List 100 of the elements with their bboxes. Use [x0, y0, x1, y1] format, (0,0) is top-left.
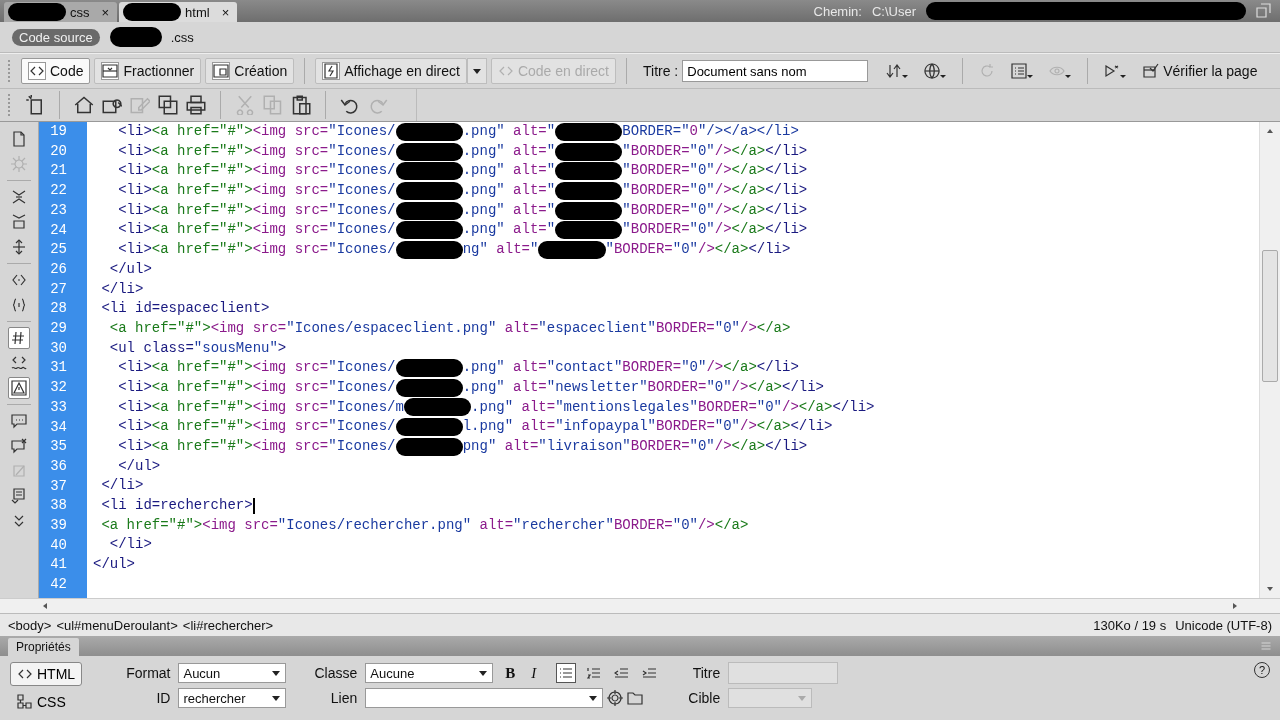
- redaction-mark: [555, 142, 623, 161]
- paste-icon[interactable]: [291, 95, 311, 115]
- line-number: 30: [50, 338, 67, 358]
- line-number: 26: [50, 259, 67, 279]
- line-number: 29: [50, 319, 67, 339]
- checklist-icon: [1143, 63, 1160, 79]
- live-view-button[interactable]: Affichage en direct: [315, 58, 467, 84]
- code-text: <li><a href="#"><img src="Icones/: [117, 240, 396, 260]
- redaction-mark: [555, 201, 623, 220]
- caret-icon: [471, 66, 482, 76]
- line-number: 40: [50, 535, 67, 555]
- document-tab[interactable]: css ×: [4, 2, 118, 22]
- redaction-mark: [395, 378, 463, 397]
- close-icon[interactable]: ×: [221, 4, 230, 20]
- redaction-mark: [555, 181, 623, 200]
- code-text: .png" alt="contact"BORDER="0"/></a></li>: [462, 358, 799, 378]
- scroll-thumb[interactable]: [1262, 250, 1278, 382]
- view-button[interactable]: Fractionner: [94, 58, 202, 84]
- id-label: ID: [155, 690, 171, 706]
- redaction-mark: [395, 240, 463, 259]
- line-number: 28: [50, 299, 67, 319]
- link-field[interactable]: [365, 688, 604, 708]
- class-select[interactable]: Aucune: [365, 663, 494, 683]
- code-text: "BORDER="0"/></a></li>: [622, 141, 808, 161]
- title-label: Titre :: [643, 63, 679, 79]
- hash-icon[interactable]: [8, 327, 30, 349]
- code-text: <li><a href="#"><img src="Icones/: [117, 141, 396, 161]
- view-button[interactable]: Code: [21, 58, 91, 84]
- line-number: 34: [50, 417, 67, 437]
- code-text: <li><a href="#"><img src="Icones/: [117, 161, 396, 181]
- code-text: .png" alt="newsletter"BORDER="0"/></a></li>: [462, 377, 825, 397]
- encoding-text: Unicode (UTF-8): [1175, 617, 1272, 633]
- format-label: Format: [125, 665, 171, 681]
- class-label: Classe: [313, 665, 358, 681]
- vertical-scrollbar[interactable]: [1259, 122, 1280, 598]
- mode-button[interactable]: CSS: [10, 690, 83, 714]
- code-text: <li><a href="#"><img src="Icones/: [117, 358, 396, 378]
- bullets-icon[interactable]: [556, 663, 577, 683]
- redaction-mark: [395, 201, 463, 220]
- house-icon[interactable]: [74, 95, 94, 115]
- code-line: </ul>: [93, 555, 135, 575]
- format-select[interactable]: Aucun: [178, 663, 287, 683]
- line-number: 37: [50, 476, 67, 496]
- code-text: "BORDER="0"/></a></li>: [622, 220, 808, 240]
- redaction-mark: [555, 221, 623, 240]
- tag-selector-item[interactable]: <body>: [8, 617, 52, 633]
- line-number: 32: [50, 378, 67, 398]
- code-text: <li><a href="#"><img src="Icones/: [117, 437, 396, 456]
- title-label: Titre: [691, 665, 721, 681]
- bold-button[interactable]: B: [501, 664, 520, 682]
- play-icon[interactable]: [1104, 63, 1127, 79]
- globe-icon[interactable]: [924, 63, 947, 79]
- target-icon[interactable]: [607, 690, 624, 706]
- horizontal-scrollbar[interactable]: [0, 598, 1280, 613]
- document-tab[interactable]: html ×: [119, 2, 238, 22]
- windows-icon[interactable]: [158, 95, 178, 115]
- line-number: 36: [50, 456, 67, 476]
- folder-icon[interactable]: [627, 690, 644, 706]
- close-icon[interactable]: ×: [101, 4, 110, 20]
- code-text: .png" alt=": [462, 181, 556, 201]
- related-file-tab[interactable]: Code source: [12, 28, 100, 46]
- print-icon[interactable]: [186, 95, 206, 115]
- line-number: 39: [50, 516, 67, 536]
- check-page-button[interactable]: Vérifier la page: [1136, 58, 1265, 84]
- line-number: 20: [50, 141, 67, 161]
- line-number: 25: [50, 240, 67, 260]
- title-field[interactable]: Document sans nom: [682, 60, 869, 82]
- code-text: <li><a href="#"><img src="Icones/: [117, 220, 396, 240]
- line-number: 24: [50, 220, 67, 240]
- transfer-icon[interactable]: [886, 63, 909, 79]
- id-select[interactable]: rechercher: [178, 688, 287, 708]
- related-file-tab[interactable]: .css: [163, 28, 201, 46]
- redaction-mark: [403, 398, 472, 417]
- dropdown-button[interactable]: [466, 58, 487, 84]
- code-line: </li>: [100, 476, 144, 496]
- code-line: </li>: [100, 279, 144, 299]
- code-text: ng" alt=": [462, 240, 539, 260]
- tag-selector-item[interactable]: <ul#menuDeroulant>: [56, 617, 178, 633]
- css-icon: [17, 694, 33, 710]
- tag-selector-item[interactable]: <li#rechercher>: [182, 617, 274, 633]
- target-label: Cible: [687, 690, 721, 706]
- split-icon: [101, 62, 120, 80]
- line-number: 21: [50, 161, 67, 181]
- tab-label: css: [70, 4, 90, 20]
- code-text: .png" alt=": [462, 122, 556, 141]
- view-button[interactable]: Création: [205, 58, 295, 84]
- code-line: <a href="#"><img src="Icones/espaceclient.png" alt="espaceclient"BORDER="0"/></a>: [108, 318, 791, 338]
- code-line: <li id=espaceclient>: [100, 299, 270, 319]
- list-icon[interactable]: [1011, 63, 1034, 79]
- italic-button[interactable]: I: [527, 664, 541, 682]
- code-text: <li><a href="#"><img src="Icones/: [117, 181, 396, 201]
- warn-icon[interactable]: [8, 377, 30, 399]
- code-text: <li><a href="#"><img src="Icones/: [117, 377, 396, 397]
- code-text: <li><a href="#"><img src="Icones/: [117, 200, 396, 220]
- design-icon: [212, 62, 231, 80]
- new-icon[interactable]: [25, 95, 45, 115]
- mode-button[interactable]: HTML: [10, 662, 83, 686]
- line-number: 35: [50, 437, 67, 457]
- code-text: <li><a href="#"><img src="Icones/: [117, 122, 396, 141]
- link-label: Lien: [329, 690, 358, 706]
